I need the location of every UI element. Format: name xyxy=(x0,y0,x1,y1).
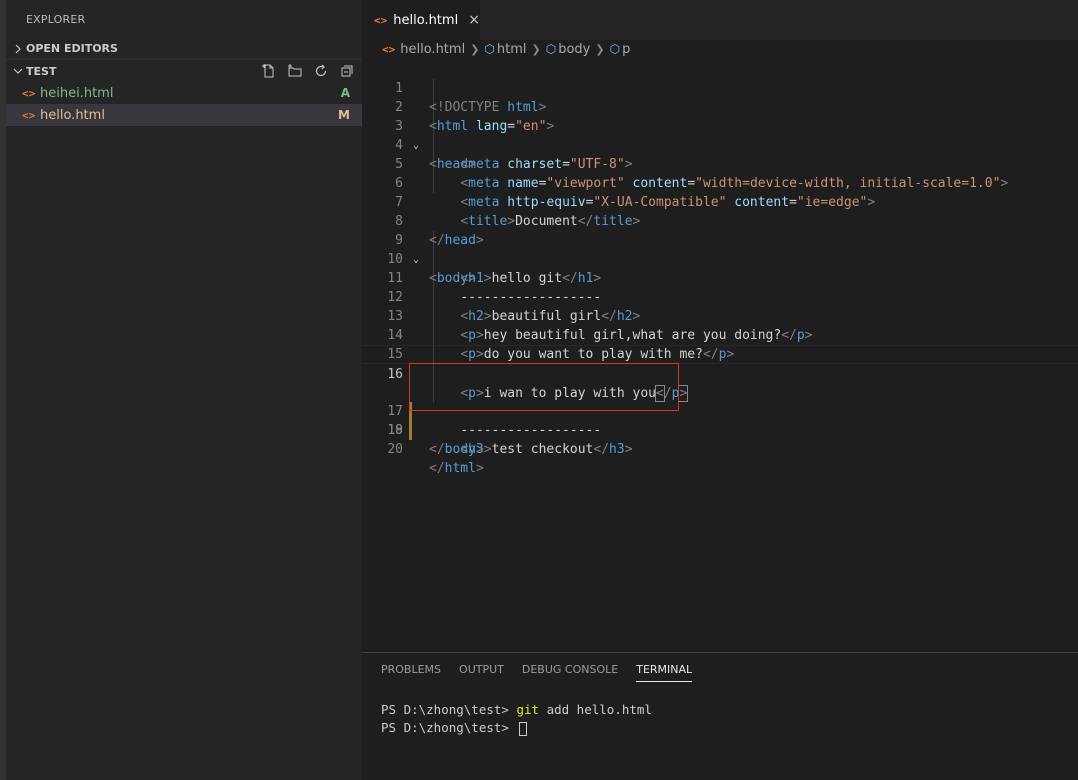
code-line: 19 </body> xyxy=(362,402,1078,457)
terminal-line: PS D:\zhong\test> git add hello.html xyxy=(381,702,652,717)
code-line: 14 <p>do you want to play with me?</p> xyxy=(362,307,1078,362)
file-name: heihei.html xyxy=(40,85,114,101)
breadcrumb: <> hello.html ❯ ⬡ html ❯ ⬡ body ❯ ⬡ p xyxy=(382,40,630,58)
tab-debug-console[interactable]: DEBUG CONSOLE xyxy=(522,663,618,682)
new-file-icon[interactable] xyxy=(260,62,278,80)
tab-bar: <> hello.html × xyxy=(362,0,1078,40)
cube-icon: ⬡ xyxy=(484,42,495,56)
code-line: 6 <meta http-equiv="X-UA-Compatible" con… xyxy=(362,155,1078,210)
chevron-right-icon: ❯ xyxy=(595,42,605,56)
explorer-title: EXPLORER xyxy=(26,13,86,26)
file-item-heihei[interactable]: <> heihei.html A xyxy=(6,82,362,104)
file-name: hello.html xyxy=(40,107,105,123)
code-editor[interactable]: 1 <!DOCTYPE html> 2 <html lang="en"> 3 ⌄… xyxy=(362,60,1078,476)
tab-terminal[interactable]: TERMINAL xyxy=(636,663,693,682)
git-status-badge: A xyxy=(340,86,350,100)
explorer-sidebar: EXPLORER OPEN EDITORS TEST <> heihei.htm… xyxy=(0,0,362,780)
code-line: 13 <p>hey beautiful girl,what are you do… xyxy=(362,288,1078,343)
breadcrumb-file[interactable]: hello.html xyxy=(400,42,465,57)
code-line: 4 <meta charset="UTF-8"> xyxy=(362,117,1078,172)
code-line: 15 xyxy=(362,326,1078,362)
folder-label: TEST xyxy=(26,64,57,78)
code-line: 11 ------------------ xyxy=(362,250,1078,305)
file-item-hello[interactable]: <> hello.html M xyxy=(6,104,362,126)
refresh-icon[interactable] xyxy=(312,62,330,80)
bottom-panel: PROBLEMS OUTPUT DEBUG CONSOLE TERMINAL P… xyxy=(362,652,1078,780)
terminal-cursor xyxy=(519,721,528,736)
tab-hello-html[interactable]: <> hello.html × xyxy=(362,0,480,40)
new-folder-icon[interactable] xyxy=(286,62,304,80)
code-line: 8 </head> xyxy=(362,193,1078,248)
chevron-right-icon: ❯ xyxy=(470,42,480,56)
code-line: 18 <h3>test checkout</h3> xyxy=(362,383,1078,457)
html-file-icon: <> xyxy=(22,108,36,122)
code-line: 2 <html lang="en"> xyxy=(362,79,1078,134)
code-line: 7 <title>Document</title> xyxy=(362,174,1078,229)
code-line: 17 ------------------ xyxy=(362,364,1078,438)
code-line: 1 <!DOCTYPE html> xyxy=(362,60,1078,115)
html-file-icon: <> xyxy=(374,13,388,27)
code-line: 10 <h1>hello git</h1> xyxy=(362,231,1078,286)
breadcrumb-item-p[interactable]: p xyxy=(622,42,630,57)
code-line: 9 ⌄ <body> xyxy=(362,212,1078,286)
tab-label: hello.html xyxy=(393,12,459,28)
code-line: 12 <h2>beautiful girl</h2> xyxy=(362,269,1078,324)
chevron-down-icon xyxy=(13,68,23,74)
folder-section-test[interactable]: TEST xyxy=(6,60,362,82)
collapse-all-icon[interactable] xyxy=(338,62,356,80)
code-line: 3 ⌄ <head> xyxy=(362,98,1078,172)
html-file-icon: <> xyxy=(22,86,36,100)
code-line: 5 <meta name="viewport" content="width=d… xyxy=(362,136,1078,191)
chevron-right-icon: ❯ xyxy=(531,42,541,56)
breadcrumb-item-html[interactable]: html xyxy=(497,42,527,57)
cube-icon: ⬡ xyxy=(545,42,557,56)
code-line: 20 </html> xyxy=(362,421,1078,476)
open-editors-section[interactable]: OPEN EDITORS xyxy=(6,38,362,60)
open-editors-label: OPEN EDITORS xyxy=(26,42,118,55)
git-status-badge: M xyxy=(338,108,350,122)
html-file-icon: <> xyxy=(382,42,396,56)
terminal-line: PS D:\zhong\test> xyxy=(381,719,652,737)
tab-output[interactable]: OUTPUT xyxy=(459,663,504,682)
tab-problems[interactable]: PROBLEMS xyxy=(381,663,441,682)
close-icon[interactable]: × xyxy=(468,12,480,28)
breadcrumb-item-body[interactable]: body xyxy=(558,42,590,57)
terminal[interactable]: PS D:\zhong\test> git add hello.html PS … xyxy=(381,701,652,737)
editor-area: <> hello.html × <> hello.html ❯ ⬡ html ❯… xyxy=(362,0,1078,652)
panel-tabs: PROBLEMS OUTPUT DEBUG CONSOLE TERMINAL xyxy=(381,663,693,682)
cube-icon: ⬡ xyxy=(609,42,621,56)
explorer-toolbar xyxy=(260,62,356,80)
code-line-active: 16 <p>i wan to play with you</p> xyxy=(362,345,1078,402)
line-number: 20 xyxy=(387,442,403,457)
chevron-right-icon xyxy=(15,44,21,53)
